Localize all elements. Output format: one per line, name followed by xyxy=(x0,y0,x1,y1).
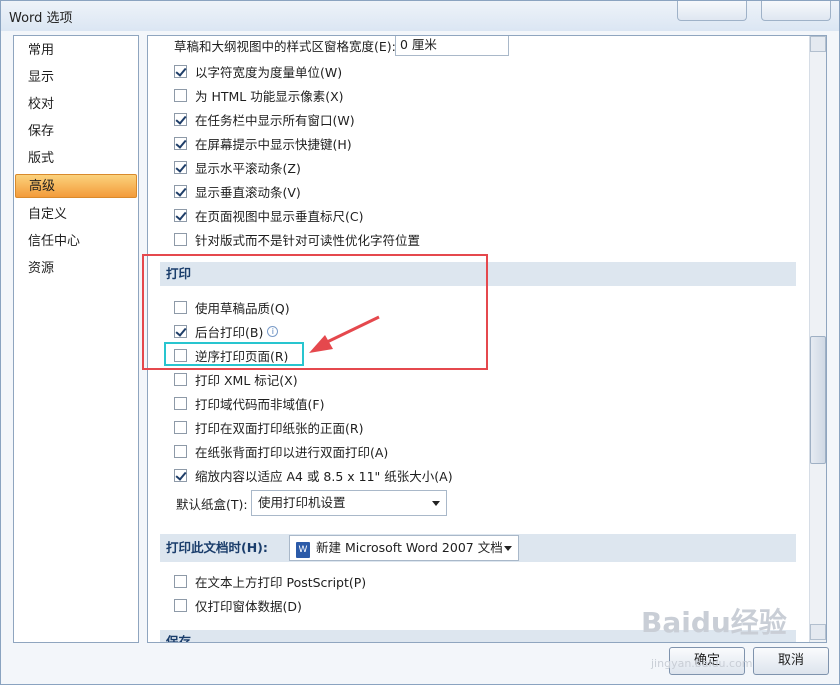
options-dialog: Word 选项 常用 显示 校对 保存 版式 高级 自定义 信任中心 资源 草稿… xyxy=(0,0,840,685)
sidebar-item-display[interactable]: 显示 xyxy=(15,66,137,90)
option-label: 为 HTML 功能显示像素(X) xyxy=(195,88,344,104)
option-label: 在页面视图中显示垂直标尺(C) xyxy=(195,208,364,224)
option-print-xml[interactable]: 打印 XML 标记(X) xyxy=(174,368,298,390)
option-label: 显示水平滚动条(Z) xyxy=(195,160,301,176)
tray-value: 使用打印机设置 xyxy=(258,495,346,510)
tray-dropdown[interactable]: 使用打印机设置 xyxy=(251,490,447,516)
option-form-data[interactable]: 仅打印窗体数据(D) xyxy=(174,594,302,616)
option-label: 仅打印窗体数据(D) xyxy=(195,598,302,614)
sidebar-item-save[interactable]: 保存 xyxy=(15,120,137,144)
annotation-cyan-box xyxy=(164,342,304,366)
chevron-down-icon xyxy=(432,501,440,506)
annotation-arrow xyxy=(309,315,380,353)
sidebar-item-advanced[interactable]: 高级 xyxy=(15,174,137,198)
option-label: 打印域代码而非域值(F) xyxy=(195,396,325,412)
checkbox[interactable] xyxy=(174,420,187,434)
checkbox[interactable] xyxy=(174,160,187,174)
sidebar-item-layout[interactable]: 版式 xyxy=(15,147,137,171)
help-button[interactable] xyxy=(677,1,747,21)
option-label: 缩放内容以适应 A4 或 8.5 x 11" 纸张大小(A) xyxy=(195,468,453,484)
option-hscroll[interactable]: 显示水平滚动条(Z) xyxy=(174,156,301,178)
sidebar-item-trust-center[interactable]: 信任中心 xyxy=(15,230,137,254)
option-label: 在屏幕提示中显示快捷键(H) xyxy=(195,136,352,152)
sidebar-item-resources[interactable]: 资源 xyxy=(15,257,137,281)
option-label: 以字符宽度为度量单位(W) xyxy=(195,64,343,80)
close-button[interactable] xyxy=(761,1,831,21)
style-pane-input[interactable]: 0 厘米 xyxy=(395,36,509,56)
window-title: Word 选项 xyxy=(9,11,73,26)
word-doc-icon: W xyxy=(296,542,310,558)
option-label: 在任务栏中显示所有窗口(W) xyxy=(195,112,355,128)
option-label: 在纸张背面打印以进行双面打印(A) xyxy=(195,444,389,460)
checkbox[interactable] xyxy=(174,444,187,458)
option-label: 针对版式而不是针对可读性优化字符位置 xyxy=(195,232,421,248)
scroll-thumb[interactable] xyxy=(810,336,826,464)
option-char-width[interactable]: 以字符宽度为度量单位(W) xyxy=(174,60,342,82)
print-doc-dropdown[interactable]: W 新建 Microsoft Word 2007 文档 xyxy=(289,535,519,561)
print-doc-value: 新建 Microsoft Word 2007 文档 xyxy=(316,540,503,555)
checkbox[interactable] xyxy=(174,372,187,386)
checkbox[interactable] xyxy=(174,64,187,78)
option-vscroll[interactable]: 显示垂直滚动条(V) xyxy=(174,180,301,202)
scroll-up-button[interactable] xyxy=(810,36,826,52)
chevron-down-icon xyxy=(504,546,512,551)
checkbox[interactable] xyxy=(174,232,187,246)
checkbox[interactable] xyxy=(174,112,187,126)
tray-label: 默认纸盒(T): xyxy=(176,496,248,512)
checkbox[interactable] xyxy=(174,184,187,198)
sidebar-item-common[interactable]: 常用 xyxy=(15,39,137,63)
option-duplex-back[interactable]: 在纸张背面打印以进行双面打印(A) xyxy=(174,440,388,462)
sidebar-item-proofing[interactable]: 校对 xyxy=(15,93,137,117)
option-duplex-front[interactable]: 打印在双面打印纸张的正面(R) xyxy=(174,416,363,438)
watermark-brand: Baidu经验 xyxy=(641,606,787,639)
checkbox[interactable] xyxy=(174,468,187,482)
checkbox[interactable] xyxy=(174,88,187,102)
scroll-down-button[interactable] xyxy=(810,624,826,640)
option-label: 打印在双面打印纸张的正面(R) xyxy=(195,420,364,436)
option-label: 显示垂直滚动条(V) xyxy=(195,184,301,200)
option-postscript[interactable]: 在文本上方打印 PostScript(P) xyxy=(174,570,366,592)
option-vertical-ruler[interactable]: 在页面视图中显示垂直标尺(C) xyxy=(174,204,363,226)
option-taskbar-windows[interactable]: 在任务栏中显示所有窗口(W) xyxy=(174,108,355,130)
checkbox[interactable] xyxy=(174,136,187,150)
vertical-scrollbar[interactable] xyxy=(809,36,826,642)
cancel-button[interactable]: 取消 xyxy=(753,647,829,675)
sidebar-item-customize[interactable]: 自定义 xyxy=(15,203,137,227)
checkbox[interactable] xyxy=(174,208,187,222)
style-pane-label: 草稿和大纲视图中的样式区窗格宽度(E): xyxy=(174,38,396,54)
checkbox[interactable] xyxy=(174,574,187,588)
option-screentip-shortcuts[interactable]: 在屏幕提示中显示快捷键(H) xyxy=(174,132,352,154)
sidebar: 常用 显示 校对 保存 版式 高级 自定义 信任中心 资源 xyxy=(13,35,139,643)
option-scale-a4[interactable]: 缩放内容以适应 A4 或 8.5 x 11" 纸张大小(A) xyxy=(174,464,453,486)
option-field-codes[interactable]: 打印域代码而非域值(F) xyxy=(174,392,324,414)
checkbox[interactable] xyxy=(174,396,187,410)
option-char-position[interactable]: 针对版式而不是针对可读性优化字符位置 xyxy=(174,228,420,250)
style-pane-row: 草稿和大纲视图中的样式区窗格宽度(E): xyxy=(174,36,396,56)
tray-row: 默认纸盒(T): xyxy=(176,492,248,514)
option-label: 在文本上方打印 PostScript(P) xyxy=(195,574,367,590)
watermark-url: jingyan.baidu.com xyxy=(651,657,753,670)
title-bar: Word 选项 xyxy=(1,1,839,31)
option-label: 打印 XML 标记(X) xyxy=(195,372,298,388)
option-html-pixels[interactable]: 为 HTML 功能显示像素(X) xyxy=(174,84,344,106)
checkbox[interactable] xyxy=(174,598,187,612)
